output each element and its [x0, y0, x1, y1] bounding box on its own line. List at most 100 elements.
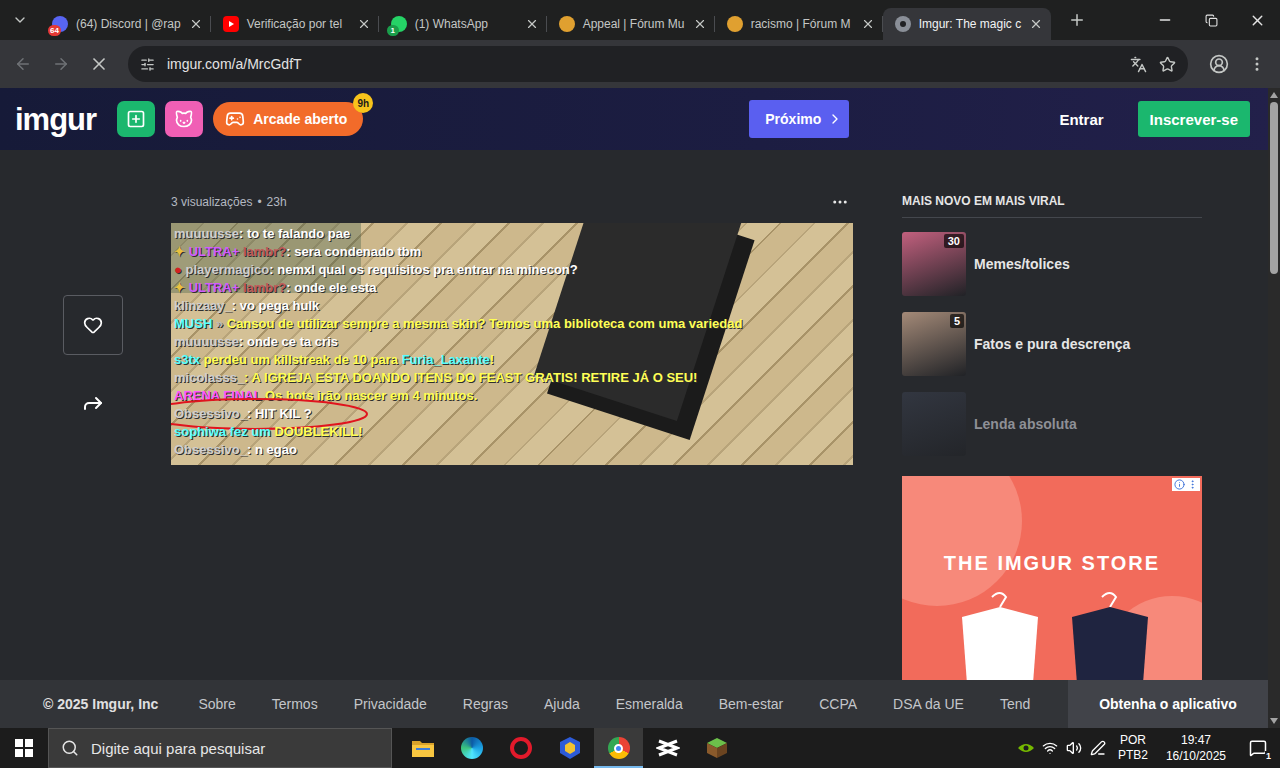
profile-button[interactable] — [1202, 47, 1236, 81]
bookmark-star-icon[interactable] — [1159, 56, 1176, 73]
tab-close-button[interactable] — [357, 17, 371, 31]
notification-count: 1 — [1265, 751, 1272, 761]
browser-tab[interactable]: 64(64) Discord | @rap — [40, 8, 211, 40]
volume-icon — [1066, 740, 1082, 756]
close-icon — [189, 17, 203, 31]
like-button[interactable] — [63, 295, 123, 355]
new-post-button[interactable] — [117, 101, 155, 137]
footer-link[interactable]: Bem-estar — [719, 696, 784, 712]
main: 3 visualizações•23h muuuusse: to te falan… — [0, 150, 1268, 680]
footer-link[interactable]: Termos — [272, 696, 318, 712]
scroll-thumb[interactable] — [1270, 102, 1278, 274]
stop-button[interactable] — [82, 47, 116, 81]
taskbar-app[interactable] — [447, 728, 496, 768]
sidebar-item[interactable]: Lenda absoluta — [902, 392, 1202, 456]
ad-info[interactable] — [1172, 478, 1200, 491]
opera-icon — [510, 737, 532, 759]
footer-link[interactable]: CCPA — [819, 696, 857, 712]
tab-label: Appeal | Fórum Mu — [583, 17, 685, 31]
search-icon — [61, 739, 79, 757]
chat-line: sophiwa fez um DOUBLEKILL! — [174, 423, 850, 441]
footer-link[interactable]: Sobre — [198, 696, 235, 712]
page-scrollbar[interactable] — [1268, 88, 1280, 728]
chat-line: ● playermagico: nemxl qual os requisitos… — [174, 261, 850, 279]
taskbar-app[interactable] — [643, 728, 692, 768]
close-icon — [525, 17, 539, 31]
sidebar-item[interactable]: 5 Fatos e pura descrença — [902, 312, 1202, 376]
copyright: © 2025 Imgur, Inc — [0, 680, 158, 728]
sidebar-item[interactable]: 30Memes/tolices — [902, 232, 1202, 296]
imgur-page: imgur Arcade aberto9h Próximo Entrar Inscrev… — [0, 88, 1268, 728]
address-bar[interactable]: imgur.com/a/MrcGdfT — [128, 46, 1188, 82]
volume-tray[interactable] — [1062, 728, 1086, 768]
taskbar-app[interactable] — [496, 728, 545, 768]
taskbar-app[interactable] — [594, 728, 643, 768]
footer-link[interactable]: Regras — [463, 696, 508, 712]
scroll-down-icon[interactable] — [1270, 718, 1278, 724]
footer-link[interactable]: Ajuda — [544, 696, 580, 712]
footer-link[interactable]: DSA da UE — [893, 696, 964, 712]
meme-button[interactable] — [165, 101, 203, 137]
share-button[interactable] — [75, 385, 111, 421]
sidebar-item-label: Fatos e pura descrença — [974, 336, 1130, 352]
translate-icon[interactable] — [1130, 56, 1147, 73]
menu-button[interactable] — [1240, 47, 1274, 81]
scroll-up-icon[interactable] — [1270, 92, 1278, 98]
signup-button[interactable]: Inscrever-se — [1138, 101, 1250, 137]
close-icon — [861, 17, 875, 31]
notifications-button[interactable]: 1 — [1236, 728, 1280, 768]
close-window-button[interactable] — [1234, 0, 1280, 40]
chrome-icon — [608, 737, 630, 759]
browser-tab[interactable]: 1(1) WhatsApp — [379, 8, 547, 40]
taskbar-app[interactable] — [545, 728, 594, 768]
arcade-button[interactable]: Arcade aberto9h — [213, 102, 363, 136]
post-menu-button[interactable] — [831, 193, 849, 211]
stop-icon — [89, 54, 109, 74]
browser-tab[interactable]: Verificação por tel — [211, 8, 379, 40]
chat-line: ✦ ULTRA+ lambr?: sera condenado tbm — [174, 243, 850, 261]
chevron-right-icon — [827, 111, 843, 127]
login-link[interactable]: Entrar — [1059, 111, 1103, 128]
tab-close-button[interactable] — [1029, 17, 1043, 31]
restore-button[interactable] — [1188, 0, 1234, 40]
nvidia-icon — [1017, 742, 1035, 754]
pen-tray[interactable] — [1086, 728, 1110, 768]
taskbar-search[interactable]: Digite aqui para pesquisar — [48, 728, 392, 768]
thumbnail: 5 — [902, 312, 966, 376]
browser-tab[interactable]: racismo | Fórum M — [715, 8, 883, 40]
next-button[interactable]: Próximo — [749, 100, 849, 138]
tab-close-button[interactable] — [189, 17, 203, 31]
back-button[interactable] — [6, 47, 40, 81]
game-chat: muuuusse: to te falando pae✦ ULTRA+ lamb… — [171, 223, 853, 461]
nvidia-tray[interactable] — [1014, 728, 1038, 768]
tab-close-button[interactable] — [525, 17, 539, 31]
browser-tab[interactable]: Imgur: The magic c — [883, 8, 1051, 40]
start-button[interactable] — [0, 728, 48, 768]
tab-search-button[interactable] — [0, 0, 40, 40]
imgur-logo[interactable]: imgur — [15, 104, 96, 135]
info-icon — [1174, 479, 1185, 490]
taskbar-app[interactable] — [692, 728, 741, 768]
advertisement[interactable]: THE IMGUR STORE — [902, 476, 1202, 680]
plus-icon — [1068, 11, 1086, 29]
footer-link[interactable]: Privacidade — [354, 696, 427, 712]
network-icon — [1042, 740, 1058, 756]
clock[interactable]: 19:4716/10/2025 — [1156, 732, 1236, 764]
minimize-button[interactable] — [1142, 0, 1188, 40]
network-tray[interactable] — [1038, 728, 1062, 768]
forward-button[interactable] — [44, 47, 78, 81]
shirts-icon — [922, 587, 1182, 680]
post-meta: 3 visualizações•23h — [171, 194, 853, 210]
system-tray: PORPTB219:4716/10/2025 1 — [1014, 728, 1280, 768]
get-app-button[interactable]: Obtenha o aplicativo — [1068, 680, 1268, 728]
tab-close-button[interactable] — [861, 17, 875, 31]
footer-link[interactable]: Tend — [1000, 696, 1030, 712]
browser-tab[interactable]: Appeal | Fórum Mu — [547, 8, 715, 40]
footer-link[interactable]: Esmeralda — [616, 696, 683, 712]
tab-close-button[interactable] — [693, 17, 707, 31]
new-tab-button[interactable] — [1059, 2, 1095, 38]
tab-label: Imgur: The magic c — [919, 17, 1021, 31]
keyboard-language[interactable]: PORPTB2 — [1110, 733, 1156, 763]
discord-favicon-icon: 64 — [52, 16, 68, 32]
taskbar-app[interactable] — [398, 728, 447, 768]
